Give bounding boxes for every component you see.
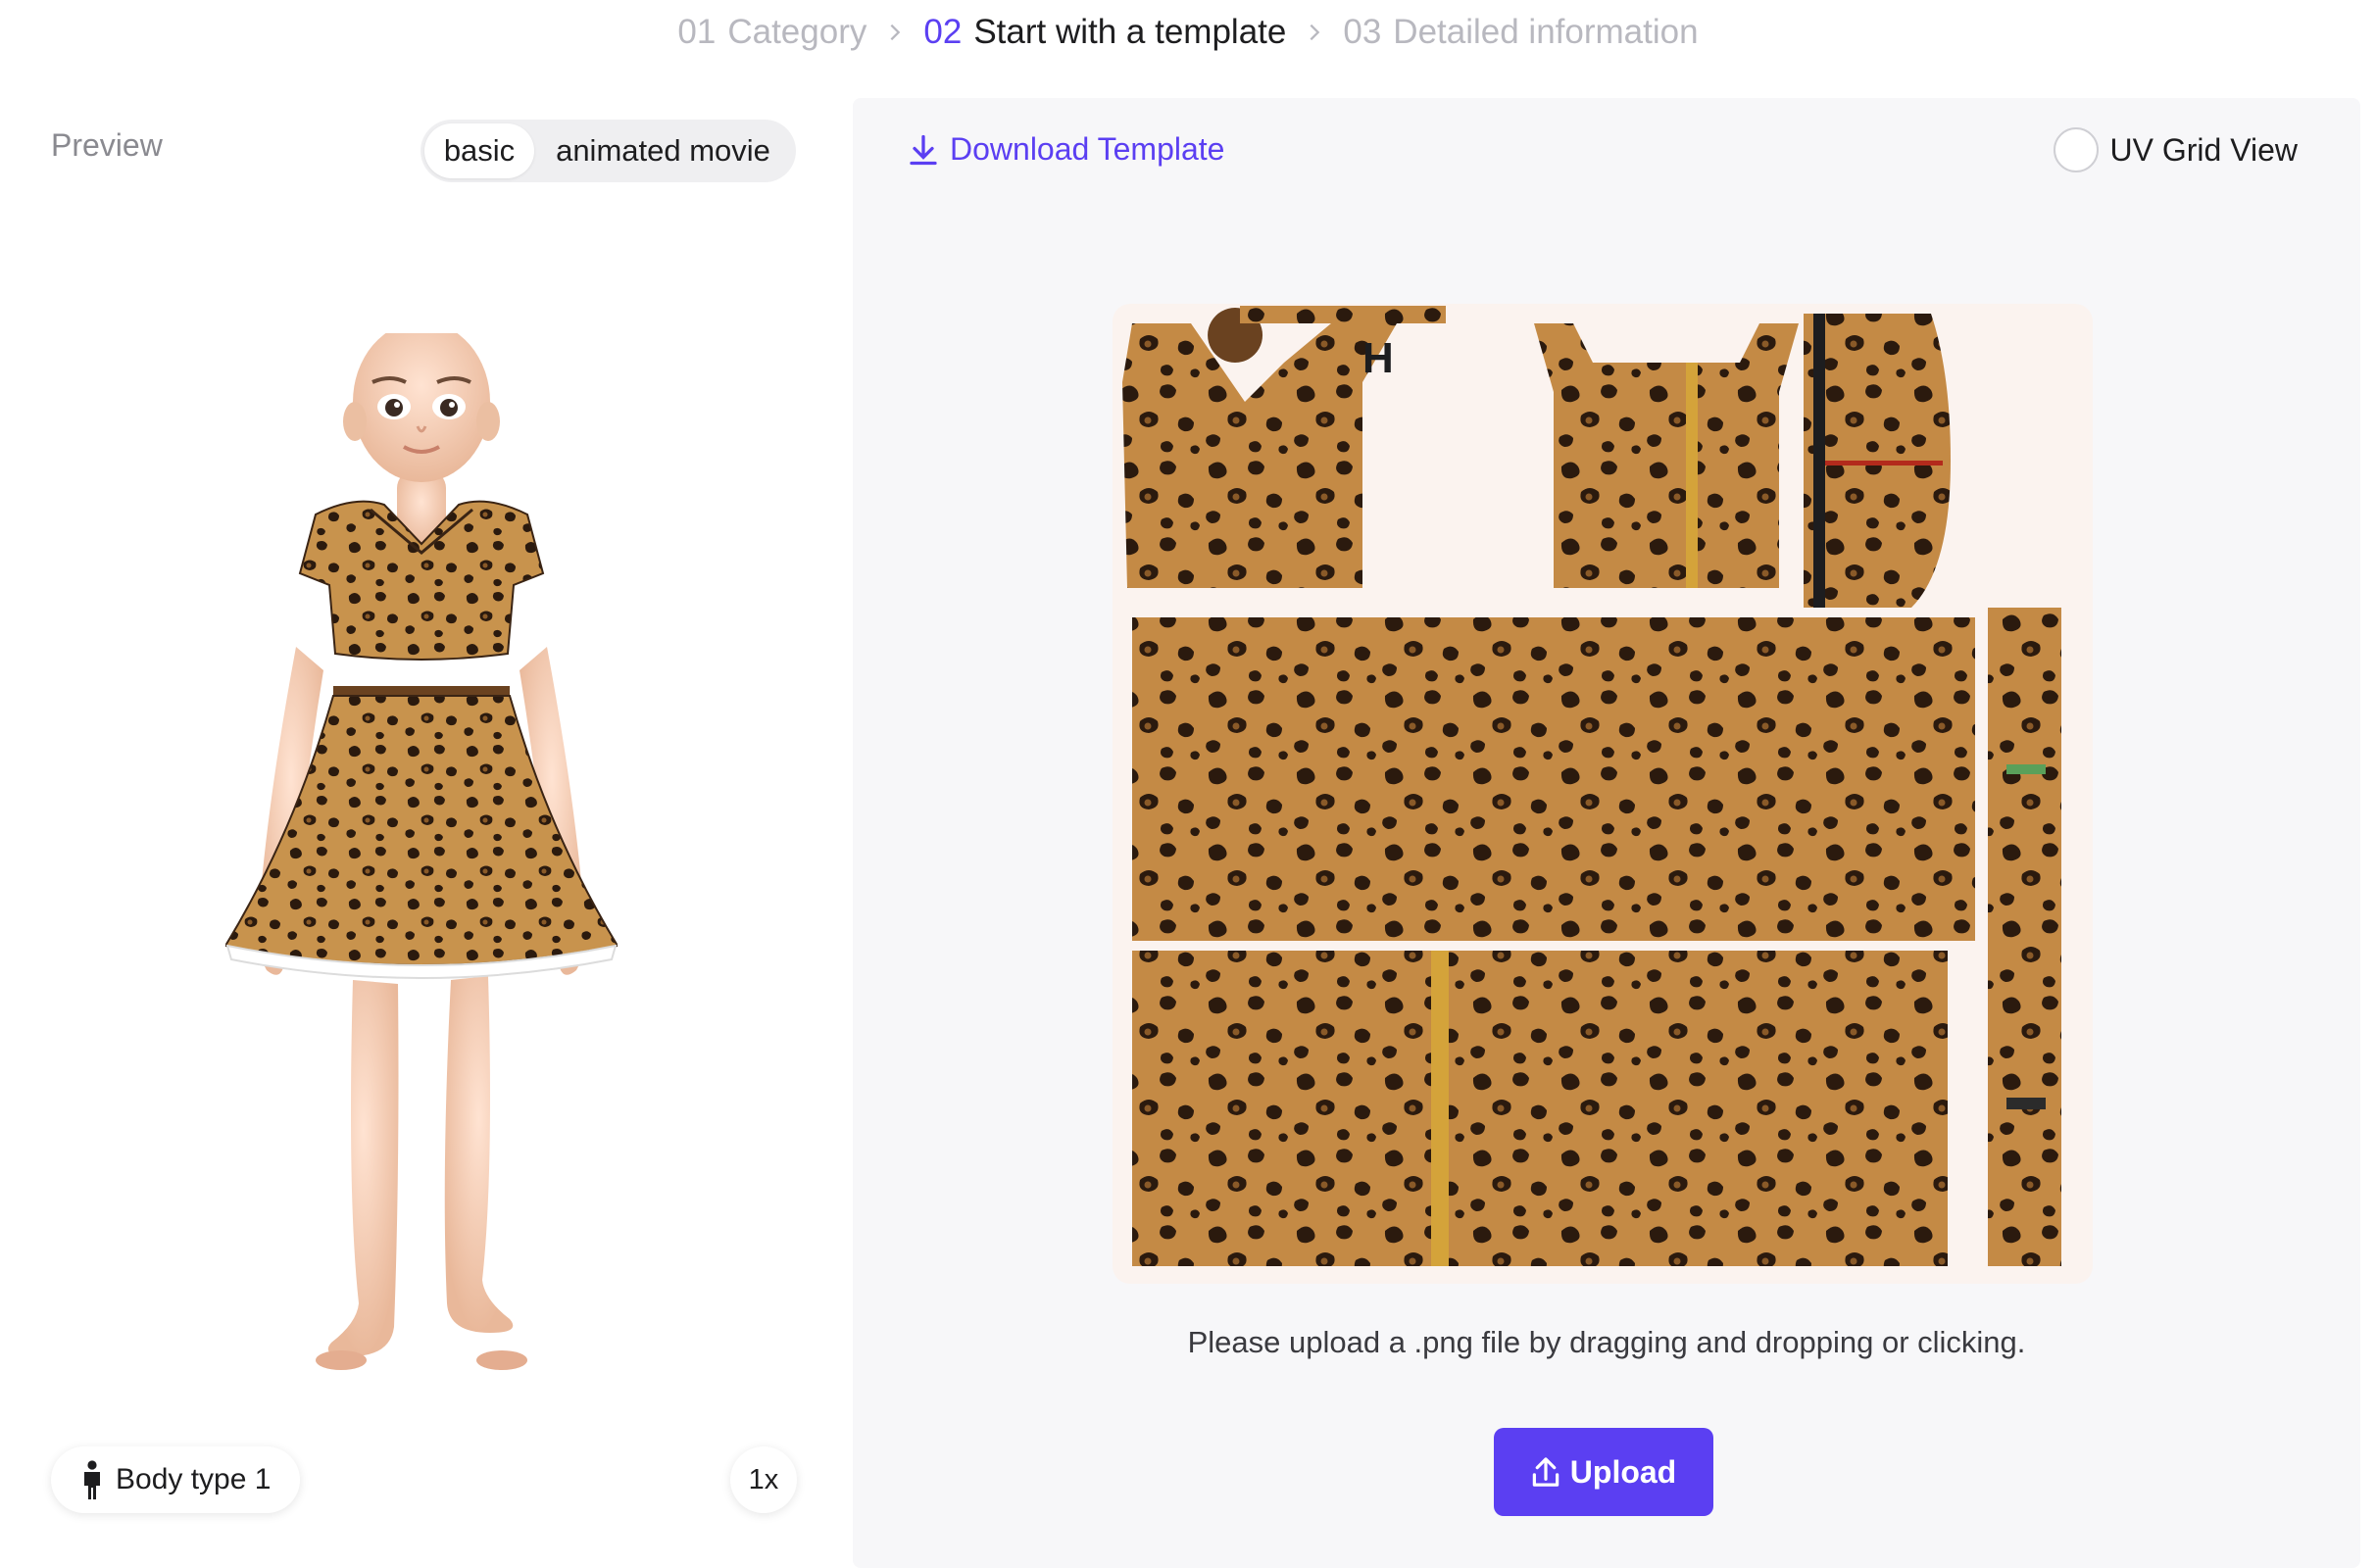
uv-grid-radio[interactable] (2053, 127, 2099, 172)
upload-label: Upload (1569, 1453, 1677, 1490)
uv-grid-label: UV Grid View (2109, 131, 2298, 168)
style-toggle: basic animated movie (421, 120, 796, 182)
upload-hint: Please upload a .png file by dragging an… (1187, 1325, 2026, 1359)
style-option-basic[interactable]: basic (424, 123, 534, 178)
upload-button[interactable]: Upload (1494, 1428, 1713, 1516)
preview-panel: Preview basic animated movie Body type 1… (0, 98, 843, 1546)
template-panel: Download Template UV Grid View H Please … (853, 98, 2360, 1568)
step-label: Detailed information (1393, 13, 1699, 51)
body-type-label: Body type 1 (116, 1463, 272, 1495)
step-number: 02 (923, 13, 963, 51)
stepper: 01 Category 02 Start with a template 03 … (0, 8, 2376, 57)
preview-title: Preview (51, 127, 163, 163)
chevron-right-icon (1304, 22, 1325, 43)
avatar-3d-preview[interactable] (223, 321, 619, 1480)
svg-text:H: H (1362, 334, 1394, 382)
step-label: Start with a template (973, 13, 1287, 51)
uv-texture-template[interactable]: H (1113, 304, 2093, 1284)
step-start-with-template[interactable]: 02 Start with a template (923, 13, 1286, 52)
person-icon (84, 1460, 100, 1499)
step-category[interactable]: 01 Category (677, 13, 866, 52)
zoom-button[interactable]: 1x (730, 1446, 797, 1513)
body-type-button[interactable]: Body type 1 (51, 1446, 301, 1513)
upload-icon (1532, 1457, 1559, 1487)
download-template-link[interactable]: Download Template (909, 131, 1224, 168)
step-label: Category (727, 13, 867, 51)
chevron-right-icon (884, 22, 906, 43)
download-template-label: Download Template (950, 131, 1225, 167)
step-number: 03 (1343, 13, 1382, 51)
style-option-animated-movie[interactable]: animated movie (534, 123, 792, 178)
uv-grid-view-toggle[interactable]: UV Grid View (2053, 127, 2298, 172)
step-number: 01 (677, 13, 717, 51)
step-detailed-information[interactable]: 03 Detailed information (1343, 13, 1698, 52)
download-icon (910, 134, 937, 165)
